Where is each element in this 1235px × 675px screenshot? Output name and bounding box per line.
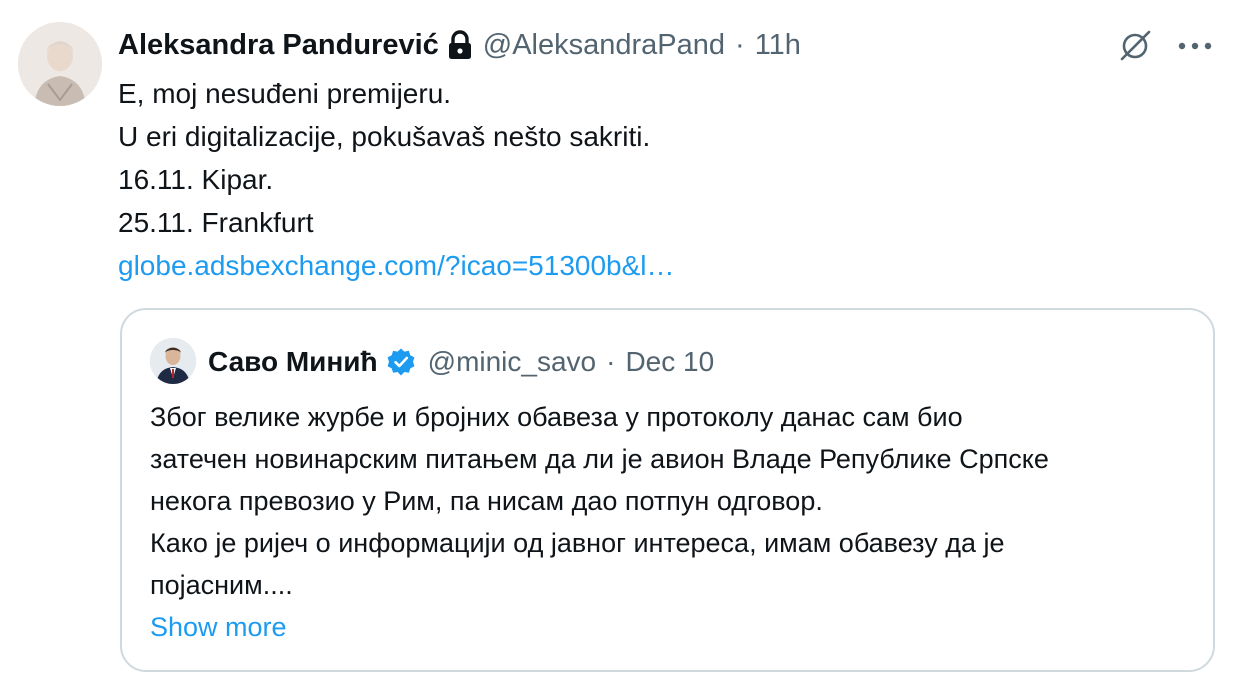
tweet-line: 16.11. Kipar. [118, 164, 274, 195]
quote-date[interactable]: Dec 10 [625, 346, 714, 378]
more-icon[interactable] [1175, 28, 1215, 64]
show-more-link[interactable]: Show more [150, 606, 1049, 648]
tweet-text: E, moj nesuđeni premijeru. U eri digital… [118, 72, 675, 287]
quote-avatar[interactable] [150, 338, 196, 384]
lock-icon [445, 29, 475, 61]
quote-header: Саво Минић @minic_savo · Dec 10 [208, 342, 714, 382]
quote-line: некога превозио у Рим, па нисам дао потп… [150, 486, 823, 516]
tweet-link[interactable]: globe.adsbexchange.com/?icao=51300b&l… [118, 244, 675, 287]
tweet-header: Aleksandra Pandurević @AleksandraPand · … [118, 26, 801, 64]
quote-line: затечен новинарским питањем да ли је ави… [150, 444, 1049, 474]
quote-line: појасним.... [150, 570, 293, 600]
quoted-tweet[interactable]: Саво Минић @minic_savo · Dec 10 Због вел… [120, 308, 1215, 672]
quote-author-handle[interactable]: @minic_savo [428, 346, 596, 378]
separator-dot: · [735, 28, 745, 61]
quote-text: Због велике журбе и бројних обавеза у пр… [150, 396, 1049, 648]
author-handle[interactable]: @AleksandraPand [483, 29, 725, 62]
quote-line: Због велике журбе и бројних обавеза у пр… [150, 402, 963, 432]
quote-author-name[interactable]: Саво Минић [208, 346, 378, 378]
author-name[interactable]: Aleksandra Pandurević [118, 29, 439, 62]
tweet-line: 25.11. Frankfurt [118, 207, 314, 238]
grok-icon[interactable] [1117, 28, 1153, 64]
verified-badge-icon [386, 347, 416, 377]
tweet-line: U eri digitalizacije, pokušavaš nešto sa… [118, 121, 651, 152]
avatar[interactable] [18, 22, 102, 106]
quote-line: Како је ријеч о информацији од јавног ин… [150, 528, 1005, 558]
tweet-actions-top [1117, 28, 1215, 64]
separator-dot: · [606, 346, 616, 377]
tweet-line: E, moj nesuđeni premijeru. [118, 78, 452, 109]
tweet-time[interactable]: 11h [755, 29, 801, 62]
